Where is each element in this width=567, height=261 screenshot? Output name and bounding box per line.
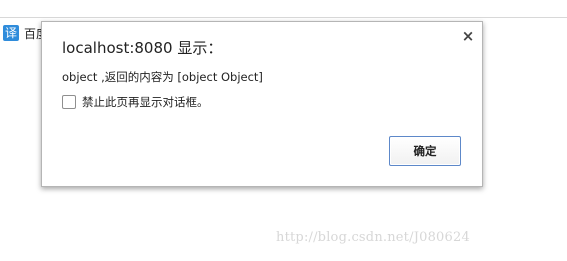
ok-button[interactable]: 确定 bbox=[389, 136, 461, 166]
suppress-dialogs-label[interactable]: 禁止此页再显示对话框。 bbox=[82, 94, 209, 110]
close-icon[interactable]: × bbox=[459, 26, 477, 46]
watermark-text: http://blog.csdn.net/J080624 bbox=[276, 230, 470, 245]
dialog-title: localhost:8080 显示： bbox=[62, 39, 223, 57]
dialog-message: object ,返回的内容为 [object Object] bbox=[62, 70, 263, 84]
alert-dialog: localhost:8080 显示： × object ,返回的内容为 [obj… bbox=[41, 21, 483, 187]
suppress-dialogs-checkbox[interactable] bbox=[62, 95, 76, 109]
toolbar-divider bbox=[0, 17, 567, 18]
suppress-dialogs-option[interactable]: 禁止此页再显示对话框。 bbox=[62, 94, 209, 110]
translate-icon: 译 bbox=[3, 25, 19, 41]
browser-page: 译 百度 localhost:8080 显示： × object ,返回的内容为… bbox=[0, 0, 567, 261]
